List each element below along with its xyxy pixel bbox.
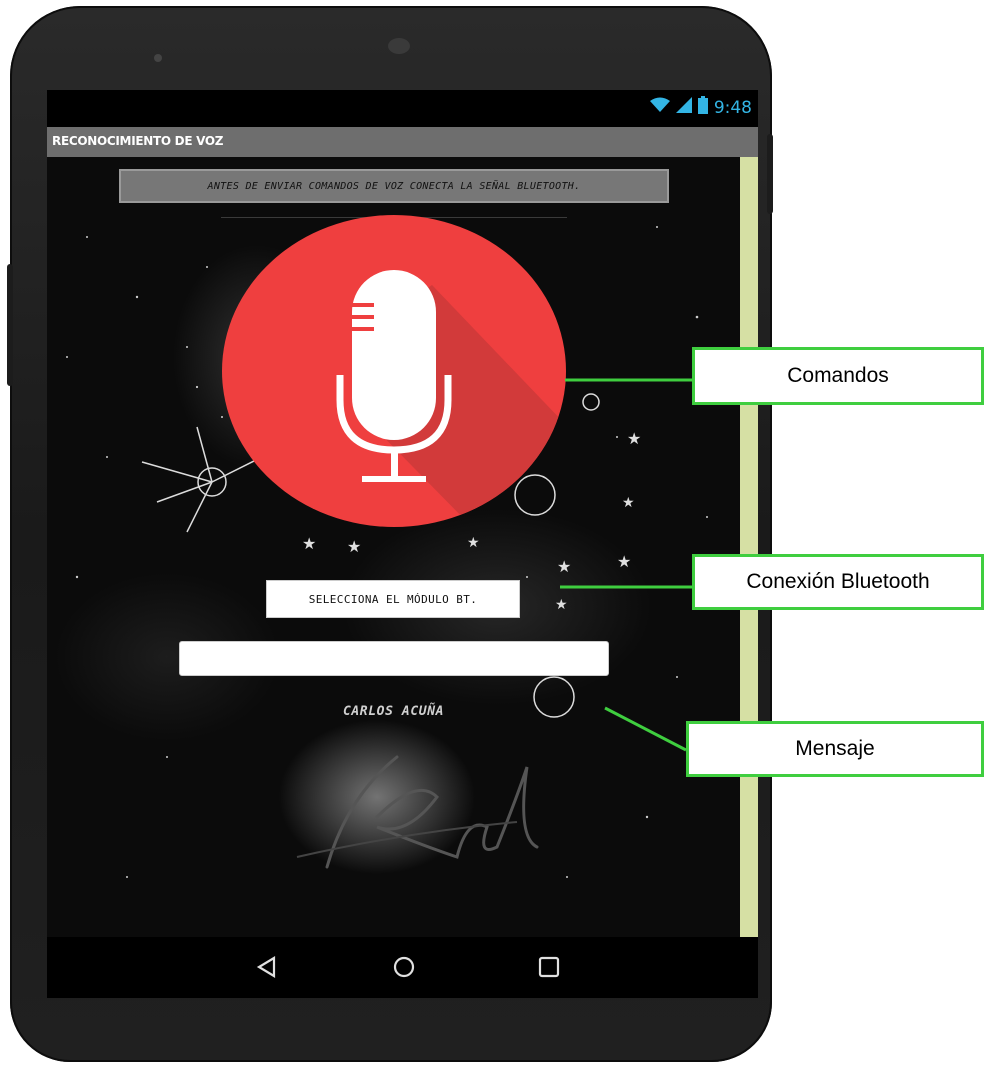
callout-bluetooth: Conexión Bluetooth (692, 554, 984, 610)
callout-commands: Comandos (692, 347, 984, 405)
callout-message: Mensaje (686, 721, 984, 777)
callout-connectors (560, 378, 692, 752)
